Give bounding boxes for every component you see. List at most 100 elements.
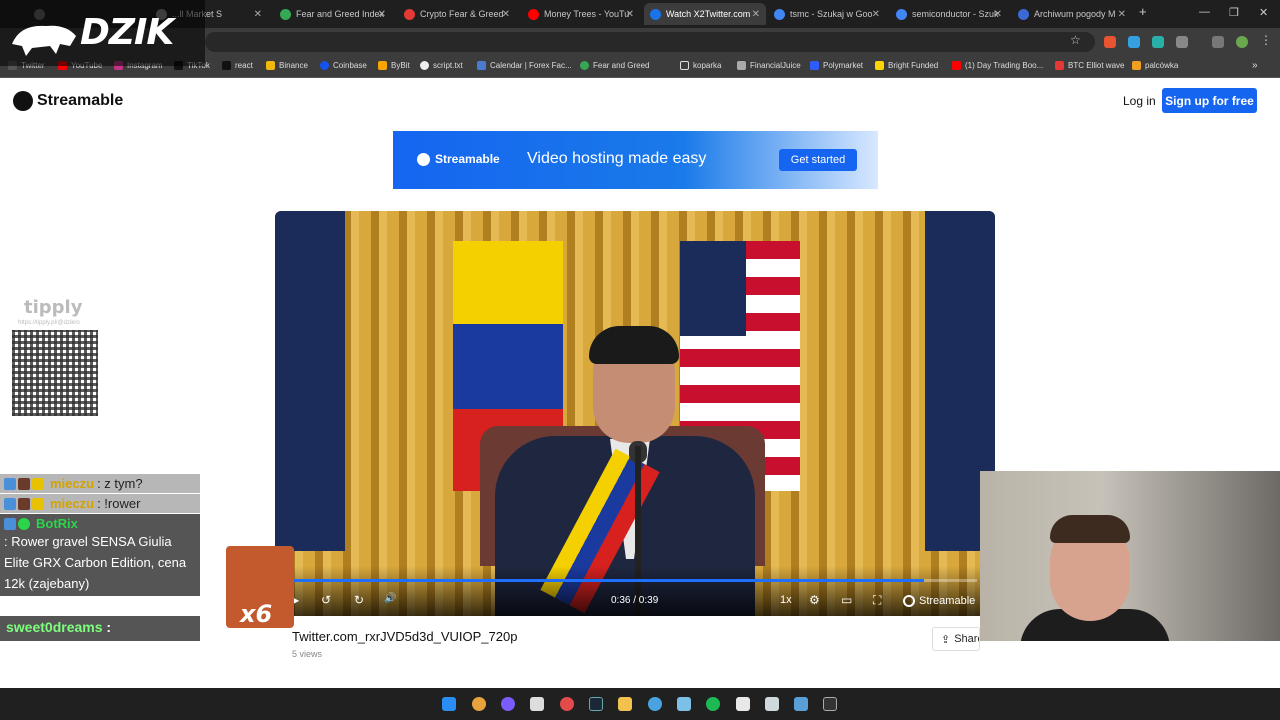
tab-favicon-icon: [896, 8, 907, 20]
bookmark-item[interactable]: react: [222, 61, 253, 70]
app-icon[interactable]: [736, 697, 750, 711]
chat-message: mieczu : !rower: [0, 494, 200, 513]
app-icon[interactable]: [794, 697, 808, 711]
banner-tagline: Video hosting made easy: [527, 150, 707, 167]
bookmark-item[interactable]: Binance: [266, 61, 308, 70]
browser-tab-active[interactable]: Watch X2Twitter.com ✕: [644, 3, 766, 25]
banner-logo-text: Streamable: [435, 152, 500, 166]
tradingview-icon: [1055, 61, 1064, 70]
browser-tab[interactable]: Fear and Greed Index ✕: [274, 3, 392, 25]
stream-overlay-logo: DZIK: [0, 0, 205, 66]
share-label: Share: [954, 633, 979, 645]
picture-in-picture-icon[interactable]: ▭: [841, 593, 852, 607]
tab-close-icon[interactable]: ✕: [1118, 9, 1126, 20]
badge-icon: [32, 477, 44, 490]
minimize-button[interactable]: —: [1199, 6, 1210, 18]
windows-start-icon[interactable]: [442, 697, 456, 711]
discord-icon[interactable]: [501, 697, 515, 711]
badge-icon: [4, 477, 16, 490]
extension-icon[interactable]: [1152, 36, 1164, 48]
browser-tab[interactable]: Crypto Fear & Greed ✕: [398, 3, 516, 25]
reading-list-icon[interactable]: [1212, 36, 1224, 48]
speed-button[interactable]: 1x: [780, 594, 792, 606]
share-button[interactable]: ⇪ Share: [932, 627, 980, 651]
login-link[interactable]: Log in: [1123, 94, 1156, 108]
chat-username: mieczu: [50, 496, 95, 511]
extensions-puzzle-icon[interactable]: [1176, 36, 1188, 48]
notepad-icon[interactable]: [765, 697, 779, 711]
browser-tab[interactable]: Archiwum pogody M ✕: [1012, 3, 1132, 25]
bookmark-item[interactable]: BTC Elliot wave: [1055, 61, 1124, 70]
bookmark-item[interactable]: Calendar | Forex Fac...: [477, 61, 572, 70]
app-icon[interactable]: [560, 697, 574, 711]
calendar-icon: [477, 61, 486, 70]
windows-taskbar: [0, 688, 1280, 720]
browser-menu-icon[interactable]: ⋮: [1260, 33, 1272, 47]
browser-tab[interactable]: semiconductor - Szuk ✕: [890, 3, 1008, 25]
bookmark-item[interactable]: (1) Day Trading Boo...: [952, 61, 1043, 70]
settings-icon[interactable]: ⚙: [809, 593, 820, 607]
spotify-icon[interactable]: [706, 697, 720, 711]
share-icon: ⇪: [941, 633, 951, 646]
tab-close-icon[interactable]: ✕: [994, 9, 1002, 20]
steam-icon[interactable]: [589, 697, 603, 711]
close-window-button[interactable]: ✕: [1259, 6, 1268, 19]
tab-favicon-icon: [528, 8, 539, 20]
tab-favicon-icon: [280, 8, 291, 20]
terminal-icon[interactable]: [823, 697, 837, 711]
bookmark-item[interactable]: FinancialJuice: [737, 61, 801, 70]
streamable-logo-icon: [13, 91, 33, 111]
app-icon[interactable]: [648, 697, 662, 711]
new-tab-button[interactable]: +: [1139, 4, 1147, 19]
bookmark-item[interactable]: Bright Funded: [875, 61, 938, 70]
time-display: 0:36 / 0:39: [611, 595, 659, 606]
app-icon[interactable]: [530, 697, 544, 711]
browser-tab[interactable]: tsmc - Szukaj w Goo ✕: [768, 3, 886, 25]
bookmark-item[interactable]: script.txt: [420, 61, 463, 70]
app-icon[interactable]: [677, 697, 691, 711]
chat-message: BotRix : Rower gravel SENSA Giulia Elite…: [0, 514, 200, 596]
address-bar[interactable]: [205, 32, 1095, 52]
browser-tab[interactable]: Money Trees - YouTu ✕: [522, 3, 640, 25]
rewind-icon[interactable]: ↺: [321, 593, 331, 607]
bookmark-item[interactable]: Polymarket: [810, 61, 863, 70]
player-brand[interactable]: Streamable: [903, 595, 975, 607]
bookmark-item[interactable]: koparka: [680, 61, 721, 70]
video-player[interactable]: ▶ ↺ ↻ 🔊 0:36 / 0:39 1x ⚙ ▭ ⛶ Streamable: [275, 211, 995, 616]
chat-username: BotRix: [36, 516, 78, 531]
tab-close-icon[interactable]: ✕: [254, 9, 262, 20]
get-started-button[interactable]: Get started: [779, 149, 857, 171]
tab-close-icon[interactable]: ✕: [378, 9, 386, 20]
profile-avatar[interactable]: [1236, 36, 1248, 48]
bookmark-label: (1) Day Trading Boo...: [965, 61, 1044, 70]
tab-close-icon[interactable]: ✕: [626, 9, 634, 20]
ad-banner[interactable]: Streamable Video hosting made easy Get s…: [393, 131, 878, 189]
bookmark-item[interactable]: palcówka: [1132, 61, 1178, 70]
tab-close-icon[interactable]: ✕: [502, 9, 510, 20]
tab-close-icon[interactable]: ✕: [752, 9, 760, 20]
tab-label: Fear and Greed Index: [296, 9, 385, 19]
bookmark-star-icon[interactable]: ☆: [1070, 33, 1082, 47]
volume-icon[interactable]: 🔊: [384, 593, 396, 604]
badge-icon: [4, 497, 16, 510]
signup-button[interactable]: Sign up for free: [1162, 88, 1257, 113]
restore-button[interactable]: ❐: [1229, 6, 1239, 19]
progress-bar[interactable]: [285, 579, 977, 582]
bookmark-label: koparka: [693, 61, 722, 70]
tab-label: Crypto Fear & Greed: [420, 9, 504, 19]
tab-close-icon[interactable]: ✕: [872, 9, 880, 20]
folder-icon[interactable]: [618, 697, 632, 711]
forward-icon[interactable]: ↻: [354, 593, 364, 607]
bookmark-item[interactable]: ByBit: [378, 61, 410, 70]
chrome-icon[interactable]: [472, 697, 486, 711]
extension-icon[interactable]: [1128, 36, 1140, 48]
qr-code: [12, 330, 98, 416]
bookmark-item[interactable]: Coinbase: [320, 61, 367, 70]
bookmark-item[interactable]: Fear and Greed: [580, 61, 649, 70]
streamable-logo[interactable]: Streamable: [13, 91, 123, 111]
badge-icon: [18, 497, 30, 510]
fullscreen-icon[interactable]: ⛶: [873, 593, 881, 608]
chat-input-preview: sweet0dreams :: [0, 616, 200, 641]
more-bookmarks-chevron-icon[interactable]: »: [1252, 60, 1258, 71]
extension-icon[interactable]: [1104, 36, 1116, 48]
